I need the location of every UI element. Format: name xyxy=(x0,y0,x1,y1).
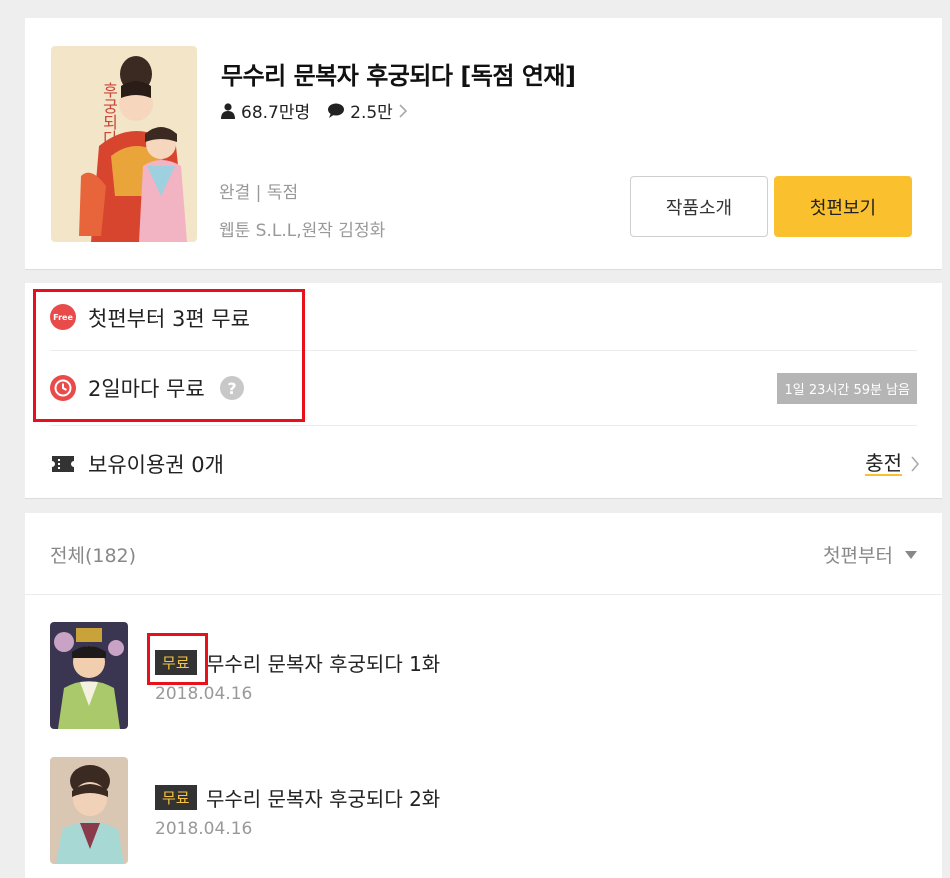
series-status: 완결 | 독점 xyxy=(219,183,299,203)
caret-down-icon xyxy=(905,550,917,559)
intro-button[interactable]: 작품소개 xyxy=(630,176,768,237)
readers-count: 68.7만명 xyxy=(241,103,311,123)
episode-list: 전체(182) 첫편부터 무료 무수리 문복자 후궁되다 1화 2018.04.… xyxy=(25,513,942,878)
episode-thumbnail[interactable] xyxy=(50,622,128,729)
wait-free-timer: 1일 23시간 59분 남음 xyxy=(777,373,917,404)
series-cover-image[interactable]: 후궁되다 xyxy=(51,46,197,242)
free-badge: 무료 xyxy=(155,785,197,810)
first-episode-button[interactable]: 첫편보기 xyxy=(774,176,912,237)
charge-label[interactable]: 충전 xyxy=(865,452,902,476)
series-header: 후궁되다 무수리 문복자 후궁되다 [독점 연재] 68.7만명 2.5만 완결… xyxy=(25,18,942,270)
divider xyxy=(50,425,917,426)
episode-total: 전체(182) xyxy=(50,545,137,567)
episode-title[interactable]: 무수리 문복자 후궁되다 1화 xyxy=(206,648,440,677)
sort-dropdown[interactable]: 첫편부터 xyxy=(823,541,917,568)
charge-link[interactable]: 충전 xyxy=(865,452,920,476)
series-stats: 68.7만명 2.5만 xyxy=(221,98,432,123)
chevron-right-icon xyxy=(399,103,407,118)
series-title: 무수리 문복자 후궁되다 [독점 연재] xyxy=(221,62,576,90)
sort-label: 첫편부터 xyxy=(823,545,893,567)
speech-bubble-icon xyxy=(328,103,345,118)
episode-title[interactable]: 무수리 문복자 후궁되다 2화 xyxy=(206,783,440,812)
episode-row[interactable]: 무료 무수리 문복자 후궁되다 2화 2018.04.16 xyxy=(25,757,942,867)
highlight-box xyxy=(33,289,305,422)
episode-thumbnail[interactable] xyxy=(50,757,128,864)
divider xyxy=(25,594,942,595)
episode-date: 2018.04.16 xyxy=(155,819,253,839)
highlight-box xyxy=(147,633,208,685)
episode-date: 2018.04.16 xyxy=(155,684,253,704)
person-icon xyxy=(221,102,235,119)
readers-stat: 68.7만명 xyxy=(221,98,310,123)
comments-stat[interactable]: 2.5만 xyxy=(328,98,414,123)
chevron-right-icon xyxy=(911,456,920,472)
ticket-count-text: 보유이용권 0개 xyxy=(88,453,224,477)
comments-count: 2.5만 xyxy=(350,103,393,123)
ticket-icon xyxy=(52,456,74,472)
series-authors: 웹툰 S.L.L,원작 김정화 xyxy=(219,221,386,241)
